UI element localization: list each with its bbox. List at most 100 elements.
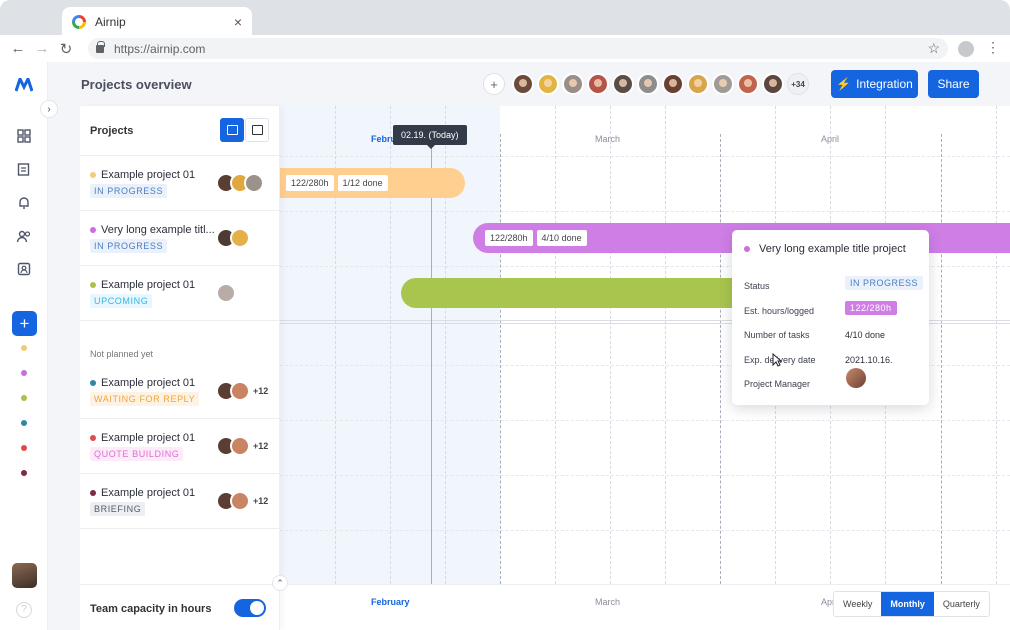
bell-icon[interactable]: [14, 193, 34, 213]
google-favicon-icon: [72, 15, 86, 29]
forward-arrow-icon[interactable]: →: [30, 40, 54, 57]
profile-icon[interactable]: [958, 41, 974, 57]
list-view-icon[interactable]: [245, 118, 269, 142]
avatar[interactable]: [762, 73, 784, 95]
app: + ? › Projects overview + +34 ⚡ Integrat…: [0, 62, 1010, 630]
gantt-bar-orange[interactable]: 122/280h 1/12 done: [280, 168, 465, 198]
view-monthly[interactable]: Monthly: [881, 592, 934, 616]
avatar[interactable]: [537, 73, 559, 95]
assignee-avatars[interactable]: +12: [216, 436, 268, 456]
extra-assignees-count: +12: [253, 496, 269, 506]
chart-view-icon[interactable]: [220, 118, 244, 142]
avatar: [230, 381, 250, 401]
airnip-logo-icon: [15, 78, 33, 92]
project-name: Example project 01: [90, 377, 195, 389]
avatar[interactable]: [562, 73, 584, 95]
share-button[interactable]: Share: [928, 70, 979, 98]
avatar: [244, 173, 264, 193]
month-line: [720, 134, 721, 584]
project-color-dot[interactable]: [21, 470, 27, 476]
projects-title: Projects: [90, 125, 134, 137]
month-label: April: [821, 134, 840, 144]
team-users-icon[interactable]: [14, 226, 34, 246]
integration-button[interactable]: ⚡ Integration: [831, 70, 918, 98]
tab-title: Airnip: [95, 15, 126, 29]
project-color-dot[interactable]: [21, 420, 27, 426]
delivery-value: 2021.10.16.: [845, 355, 893, 365]
week-line: [610, 106, 611, 584]
pm-label: Project Manager: [744, 379, 811, 389]
collapse-capacity-button[interactable]: ⌃: [272, 575, 288, 591]
browser-tab[interactable]: Airnip ×: [62, 7, 252, 37]
avatar[interactable]: [512, 73, 534, 95]
browser-menu-icon[interactable]: ⋮: [986, 39, 1000, 56]
assignee-avatars[interactable]: +12: [216, 381, 268, 401]
avatar[interactable]: [612, 73, 634, 95]
extra-assignees-count: +12: [253, 386, 269, 396]
assignee-avatars[interactable]: [216, 173, 264, 193]
add-project-button[interactable]: +: [12, 311, 37, 336]
month-label: March: [595, 134, 621, 144]
status-badge: WAITING FOR REPLY: [90, 392, 200, 406]
avatar[interactable]: [662, 73, 684, 95]
tasks-chip: 1/12 done: [337, 175, 388, 191]
avatar[interactable]: [712, 73, 734, 95]
project-color-dot: [90, 435, 96, 441]
project-color-dot[interactable]: [21, 370, 27, 376]
project-color-dot[interactable]: [21, 395, 27, 401]
tasks-label: Number of tasks: [744, 330, 810, 340]
avatar[interactable]: [687, 73, 709, 95]
add-document-icon[interactable]: [14, 159, 34, 179]
help-icon[interactable]: ?: [16, 602, 32, 618]
team-capacity-toggle[interactable]: [234, 599, 266, 617]
project-manager-avatar[interactable]: [846, 368, 866, 388]
project-row[interactable]: Example project 01 QUOTE BUILDING +12: [80, 419, 280, 474]
status-badge: BRIEFING: [90, 502, 146, 516]
hours-label: Est. hours/logged: [744, 306, 815, 316]
project-name-text: Example project 01: [101, 377, 196, 389]
dashboard-grid-icon[interactable]: [14, 126, 34, 146]
close-tab-icon[interactable]: ×: [234, 14, 242, 30]
project-tooltip: Very long example title project Status I…: [732, 230, 929, 405]
status-badge: QUOTE BUILDING: [90, 447, 184, 461]
month-line: [941, 134, 942, 584]
view-quarterly[interactable]: Quarterly: [934, 592, 989, 616]
url-bar[interactable]: https://airnip.com ☆: [88, 38, 948, 59]
hours-chip: 122/280h: [286, 175, 334, 191]
reload-icon[interactable]: ↻: [54, 40, 78, 58]
back-arrow-icon[interactable]: ←: [6, 40, 30, 57]
hours-chip: 122/280h: [485, 230, 533, 246]
current-user-avatar[interactable]: [12, 563, 37, 588]
bookmark-star-icon[interactable]: ☆: [927, 40, 940, 57]
assignee-avatars[interactable]: [216, 228, 250, 248]
not-planned-label: Not planned yet: [90, 349, 154, 359]
project-row[interactable]: Example project 01 WAITING FOR REPLY +12: [80, 364, 280, 419]
expand-sidebar-button[interactable]: ›: [40, 100, 58, 118]
assignee-avatars[interactable]: [216, 283, 236, 303]
project-row[interactable]: Very long example titl... IN PROGRESS: [80, 211, 280, 266]
contact-card-icon[interactable]: [14, 259, 34, 279]
project-row[interactable]: Example project 01 IN PROGRESS: [80, 156, 280, 211]
status-label: Status: [744, 281, 770, 291]
gantt-bar-green[interactable]: [401, 278, 761, 308]
tooltip-title-row: Very long example title project: [744, 243, 906, 255]
status-badge: IN PROGRESS: [90, 239, 168, 253]
assignee-avatars[interactable]: +12: [216, 491, 268, 511]
project-row[interactable]: Example project 01 UPCOMING: [80, 266, 280, 321]
add-member-button[interactable]: +: [483, 73, 505, 95]
more-members-count[interactable]: +34: [787, 73, 809, 95]
footer-month-label: March: [595, 597, 621, 607]
month-line: [500, 134, 501, 584]
project-color-dot[interactable]: [21, 345, 27, 351]
project-color-dot: [90, 172, 96, 178]
avatar[interactable]: [737, 73, 759, 95]
status-badge: IN PROGRESS: [845, 276, 924, 290]
view-weekly[interactable]: Weekly: [834, 592, 881, 616]
project-color-dot[interactable]: [21, 445, 27, 451]
project-row[interactable]: Example project 01 BRIEFING +12: [80, 474, 280, 529]
avatar[interactable]: [637, 73, 659, 95]
project-color-dot: [744, 246, 750, 252]
extra-assignees-count: +12: [253, 441, 269, 451]
avatar[interactable]: [587, 73, 609, 95]
project-name-text: Example project 01: [101, 279, 196, 291]
